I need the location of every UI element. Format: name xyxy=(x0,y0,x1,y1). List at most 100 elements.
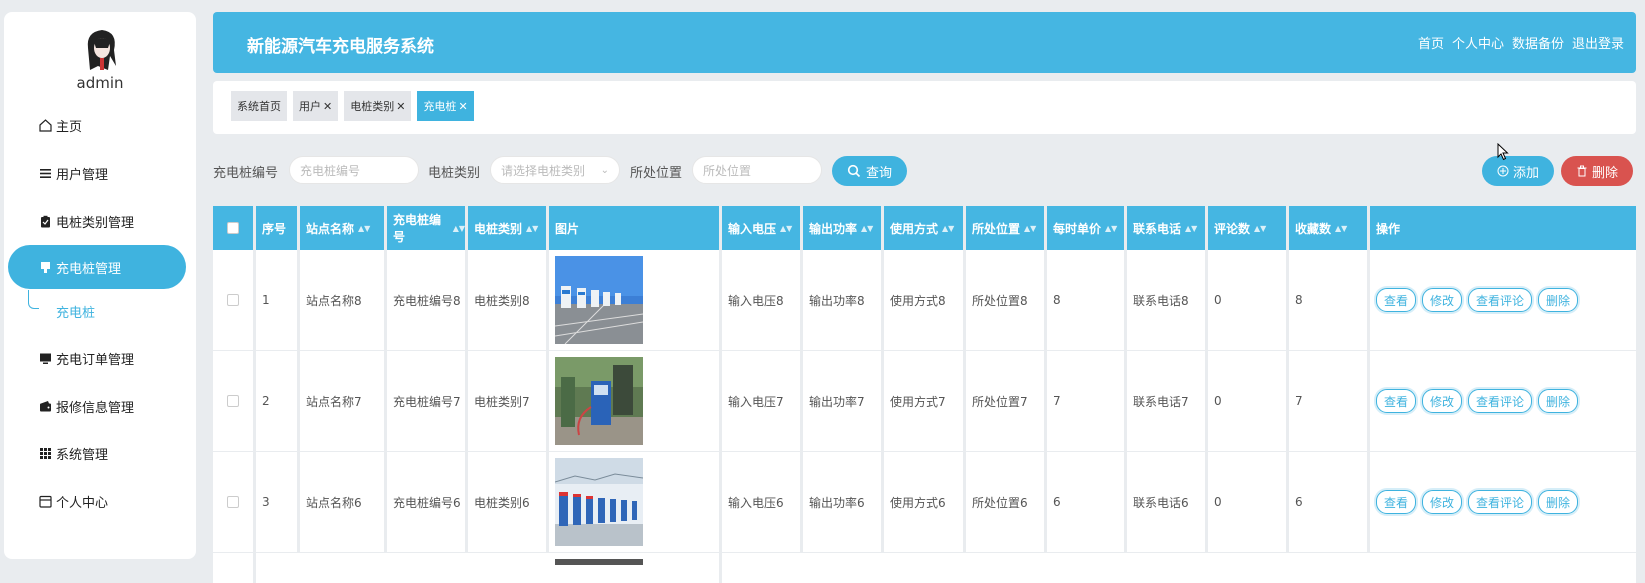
col-header-site[interactable]: 站点名称 ▲▼ xyxy=(300,206,387,250)
menu-item-repairs[interactable]: 报修信息管理 xyxy=(8,384,186,428)
view-reviews-button[interactable]: 查看评论 xyxy=(1468,490,1533,514)
view-button[interactable]: 查看 xyxy=(1376,288,1417,312)
delete-button[interactable]: 删除 xyxy=(1538,490,1579,514)
nav-profile-link[interactable]: 个人中心 xyxy=(1452,33,1504,52)
cell-comments: 0 xyxy=(1208,250,1289,350)
edit-button[interactable]: 修改 xyxy=(1422,389,1463,413)
view-button[interactable]: 查看 xyxy=(1376,389,1417,413)
delete-button[interactable]: 删除 xyxy=(1538,288,1579,312)
close-icon[interactable]: ✕ xyxy=(458,100,467,113)
cell-comments: 0 xyxy=(1208,452,1289,552)
view-button[interactable]: 查看 xyxy=(1376,490,1417,514)
filter-category-select[interactable]: 请选择电桩类别 ⌄ xyxy=(490,156,620,184)
cell-usage: 使用方式6 xyxy=(884,452,966,552)
col-label: 站点名称 xyxy=(306,221,355,236)
menu-item-users[interactable]: 用户管理 xyxy=(8,151,186,195)
col-header-usage[interactable]: 使用方式 ▲▼ xyxy=(884,206,966,250)
select-placeholder: 请选择电桩类别 xyxy=(501,163,586,178)
sort-icon[interactable]: ▲▼ xyxy=(1185,224,1197,233)
col-header-comments[interactable]: 评论数 ▲▼ xyxy=(1208,206,1289,250)
trash-icon xyxy=(1577,165,1587,177)
edit-button[interactable]: 修改 xyxy=(1422,490,1463,514)
menu-item-profile[interactable]: 个人中心 xyxy=(8,479,186,523)
batch-delete-button[interactable]: 删除 xyxy=(1561,156,1633,186)
calendar-icon xyxy=(38,494,52,508)
col-header-input-voltage[interactable]: 输入电压 ▲▼ xyxy=(722,206,803,250)
tab-users[interactable]: 用户 ✕ xyxy=(293,91,339,121)
query-label: 查询 xyxy=(865,165,892,181)
cell-output-power: 输出功率6 xyxy=(803,452,884,552)
query-button[interactable]: 查询 xyxy=(832,156,907,186)
sort-icon[interactable]: ▲▼ xyxy=(942,224,954,233)
sort-icon[interactable]: ▲▼ xyxy=(861,224,873,233)
filter-location-input[interactable]: 所处位置 xyxy=(692,156,822,184)
delete-button[interactable]: 删除 xyxy=(1538,389,1579,413)
col-header-type[interactable]: 电桩类别 ▲▼ xyxy=(468,206,549,250)
row-checkbox[interactable] xyxy=(227,395,239,407)
submenu-item-charger[interactable]: 充电桩 xyxy=(56,302,95,321)
add-button[interactable]: 添加 xyxy=(1482,156,1554,186)
close-icon[interactable]: ✕ xyxy=(323,100,332,113)
view-reviews-button[interactable]: 查看评论 xyxy=(1468,288,1533,312)
charger-photo[interactable] xyxy=(555,256,643,344)
col-header-price[interactable]: 每时单价 ▲▼ xyxy=(1047,206,1127,250)
col-header-location[interactable]: 所处位置 ▲▼ xyxy=(966,206,1047,250)
col-header-code[interactable]: 充电桩编号 ▲▼ xyxy=(387,206,468,250)
sort-icon[interactable]: ▲▼ xyxy=(1335,224,1347,233)
menu-item-charger[interactable]: 充电桩管理 xyxy=(8,245,186,289)
menu-item-orders[interactable]: 充电订单管理 xyxy=(8,336,186,380)
nav-logout-link[interactable]: 退出登录 xyxy=(1572,33,1624,52)
menu-item-home[interactable]: 主页 xyxy=(8,103,186,147)
col-label: 所处位置 xyxy=(972,221,1021,236)
row-checkbox-cell xyxy=(213,250,256,350)
sort-icon[interactable]: ▲▼ xyxy=(780,224,792,233)
cell-output-power: 输出功率7 xyxy=(803,351,884,451)
app-header: 新能源汽车充电服务系统 首页 个人中心 数据备份 退出登录 xyxy=(213,12,1636,73)
select-all-checkbox[interactable] xyxy=(227,222,239,234)
col-label: 每时单价 xyxy=(1053,221,1102,236)
view-reviews-button[interactable]: 查看评论 xyxy=(1468,389,1533,413)
row-checkbox[interactable] xyxy=(227,294,239,306)
col-header-phone[interactable]: 联系电话 ▲▼ xyxy=(1127,206,1208,250)
cell-type: 电桩类别8 xyxy=(468,250,549,350)
table-row: 2 站点名称7 充电桩编号7 电桩类别7 输入电压7 输出功率7 使用方式7 所… xyxy=(213,351,1636,451)
col-header-output-power[interactable]: 输出功率 ▲▼ xyxy=(803,206,884,250)
sort-icon[interactable]: ▲▼ xyxy=(453,224,465,233)
list-icon xyxy=(38,166,52,180)
close-icon[interactable]: ✕ xyxy=(396,100,405,113)
menu-item-pile-category[interactable]: 电桩类别管理 xyxy=(8,199,186,243)
charger-photo[interactable] xyxy=(555,458,643,546)
submenu-connector xyxy=(28,290,39,309)
filter-code-input[interactable]: 充电桩编号 xyxy=(289,156,419,184)
tab-pile-category[interactable]: 电桩类别 ✕ xyxy=(344,91,412,121)
cell-usage: 使用方式7 xyxy=(884,351,966,451)
menu-item-system[interactable]: 系统管理 xyxy=(8,431,186,475)
chevron-down-icon: ⌄ xyxy=(600,164,609,176)
nav-home-link[interactable]: 首页 xyxy=(1418,33,1444,52)
row-checkbox-cell xyxy=(213,452,256,552)
avatar[interactable] xyxy=(80,26,122,74)
col-header-no[interactable]: 序号 xyxy=(256,206,300,250)
charger-photo[interactable] xyxy=(555,357,643,445)
col-header-image: 图片 xyxy=(549,206,722,250)
col-label: 输出功率 xyxy=(809,221,858,236)
cell-actions: 查看 修改 查看评论 删除 xyxy=(1370,250,1636,350)
sort-icon[interactable]: ▲▼ xyxy=(1024,224,1036,233)
tab-charger[interactable]: 充电桩 ✕ xyxy=(417,91,474,121)
menu-item-label: 充电桩管理 xyxy=(56,261,122,277)
row-checkbox[interactable] xyxy=(227,496,239,508)
cell-input-voltage: 输入电压8 xyxy=(722,250,803,350)
charger-photo[interactable] xyxy=(555,559,643,565)
search-icon xyxy=(847,164,861,178)
menu-item-label: 电桩类别管理 xyxy=(56,215,135,231)
tab-home[interactable]: 系统首页 xyxy=(231,91,287,121)
sort-icon[interactable]: ▲▼ xyxy=(526,224,538,233)
sort-icon[interactable]: ▲▼ xyxy=(1105,224,1117,233)
col-label: 充电桩编号 xyxy=(393,213,442,244)
col-header-favorites[interactable]: 收藏数 ▲▼ xyxy=(1289,206,1370,250)
edit-button[interactable]: 修改 xyxy=(1422,288,1463,312)
col-label: 图片 xyxy=(555,221,580,236)
sort-icon[interactable]: ▲▼ xyxy=(358,224,370,233)
sort-icon[interactable]: ▲▼ xyxy=(1254,224,1266,233)
nav-backup-link[interactable]: 数据备份 xyxy=(1512,33,1564,52)
